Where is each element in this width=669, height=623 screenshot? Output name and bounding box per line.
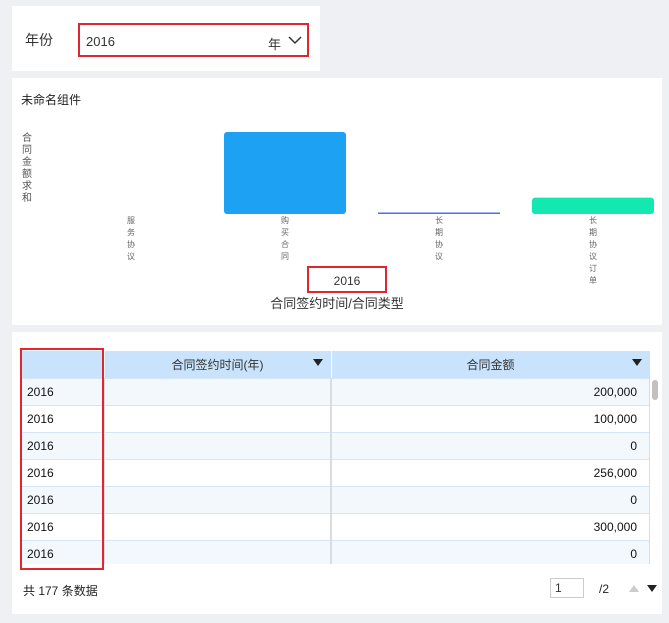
category-label: 长期协议订单 xyxy=(589,215,597,285)
table-cell: 0 xyxy=(331,432,650,460)
x-axis-year-value: 2016 xyxy=(307,266,387,293)
table-cell xyxy=(104,459,332,487)
bar-1[interactable] xyxy=(224,132,346,214)
page-number-input[interactable]: 1 xyxy=(550,578,584,598)
table-cell xyxy=(104,540,332,564)
table-cell: 0 xyxy=(331,540,650,564)
table-row[interactable]: 2016 200,000 xyxy=(20,378,650,406)
table-cell xyxy=(104,432,332,460)
table-cell xyxy=(104,405,332,433)
page-total: /2 xyxy=(599,582,610,596)
table-row[interactable]: 2016 256,000 xyxy=(20,459,650,487)
year-filter-label: 年份 xyxy=(25,32,53,48)
data-table-container[interactable]: 合同签约时间(年) 合同金额 2016 200,000 2016 100,000 201… xyxy=(20,351,650,564)
table-scrollbar[interactable] xyxy=(652,380,658,400)
sort-down-icon[interactable] xyxy=(312,359,323,367)
table-cell: 100,000 xyxy=(331,405,650,433)
x-axis-label: 合同签约时间/合同类型 xyxy=(270,296,404,311)
bar-3[interactable] xyxy=(532,197,654,214)
column-header-sign-time[interactable]: 合同签约时间(年) xyxy=(104,351,332,379)
year-select-value: 2016 xyxy=(86,34,115,49)
category-label: 长期协议 xyxy=(435,215,443,261)
category-label: 服务协议 xyxy=(127,216,135,261)
year-select[interactable]: 2016 年 xyxy=(78,23,309,57)
column-header-label: 合同签约时间(年) xyxy=(171,358,264,372)
column-header-label: 合同金额 xyxy=(466,358,515,372)
table-row[interactable]: 2016 100,000 xyxy=(20,405,650,433)
table-row[interactable]: 2016 300,000 xyxy=(20,513,650,541)
chart-panel: 未命名组件 合同金额求和 服务协议 购买合同 长期协议 长期协议订单 2016 合同签… xyxy=(12,78,662,325)
table-header-row: 合同签约时间(年) 合同金额 xyxy=(20,351,650,379)
table-cell: 200,000 xyxy=(331,378,650,406)
sort-down-icon[interactable] xyxy=(631,359,642,367)
column-header-amount[interactable]: 合同金额 xyxy=(331,351,650,379)
table-cell xyxy=(104,486,332,514)
year-select-unit: 年 xyxy=(267,37,281,52)
row-count-text: 共 177 条数据 xyxy=(23,584,98,598)
table-panel: 合同签约时间(年) 合同金额 2016 200,000 2016 100,000 201… xyxy=(12,332,662,614)
table-cell: 300,000 xyxy=(331,513,650,541)
table-cell: 0 xyxy=(331,486,650,514)
table-cell xyxy=(104,513,332,541)
table-row[interactable]: 2016 0 xyxy=(20,540,650,564)
table-cell xyxy=(104,378,332,406)
next-page-icon[interactable] xyxy=(647,585,657,593)
table-row[interactable]: 2016 0 xyxy=(20,432,650,460)
year-column-highlight xyxy=(20,348,104,570)
chevron-down-icon[interactable] xyxy=(287,33,303,47)
bar-2[interactable] xyxy=(378,212,500,215)
year-filter-panel: 年份 2016 年 xyxy=(12,6,320,71)
prev-page-icon[interactable] xyxy=(629,585,639,593)
table-cell: 256,000 xyxy=(331,459,650,487)
table-row[interactable]: 2016 0 xyxy=(20,486,650,514)
category-label: 购买合同 xyxy=(281,215,289,261)
data-table: 合同签约时间(年) 合同金额 2016 200,000 2016 100,000 201… xyxy=(20,351,650,564)
